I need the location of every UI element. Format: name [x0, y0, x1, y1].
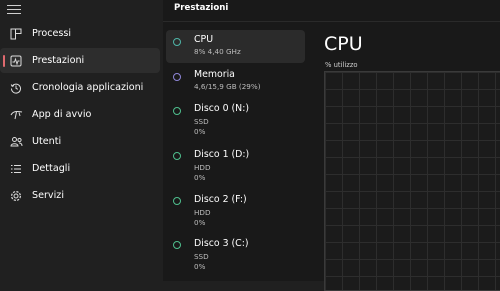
sidebar-item-label: Servizi [32, 190, 64, 201]
disk-status-dot-icon [173, 152, 181, 160]
sidebar-item-servizi[interactable]: Servizi [0, 183, 160, 208]
page-title: Prestazioni [174, 3, 229, 13]
sidebar: Processi Prestazioni Cronologia applicaz… [0, 0, 163, 281]
disk-status-dot-icon [173, 107, 181, 115]
sidebar-item-dettagli[interactable]: Dettagli [0, 156, 160, 181]
sidebar-item-app-avvio[interactable]: App di avvio [0, 102, 160, 127]
device-name: Disco 2 (F:) [194, 194, 247, 205]
sidebar-item-prestazioni[interactable]: Prestazioni [0, 48, 160, 73]
users-icon [9, 135, 23, 149]
history-icon [9, 81, 23, 95]
device-name: Disco 0 (N:) [194, 103, 250, 114]
device-type: SSD [194, 252, 209, 261]
device-item-cpu[interactable]: CPU 8% 4,40 GHz [166, 30, 305, 63]
startup-icon [9, 108, 23, 122]
device-name: Disco 3 (C:) [194, 238, 249, 249]
details-icon [9, 162, 23, 176]
sidebar-item-label: Utenti [32, 136, 62, 147]
memory-status-dot-icon [173, 73, 181, 81]
header-divider [163, 21, 500, 22]
device-item-memoria[interactable]: Memoria 4,6/15,9 GB (29%) [166, 66, 305, 99]
device-item-disco-2[interactable]: Disco 2 (F:) HDD 0% [166, 192, 305, 230]
sidebar-item-label: Dettagli [32, 163, 71, 174]
device-usage: 0% [194, 173, 206, 182]
cpu-utilization-graph [324, 71, 500, 291]
device-name: Disco 1 (D:) [194, 149, 250, 160]
disk-status-dot-icon [173, 197, 181, 205]
sidebar-item-label: Processi [32, 28, 72, 39]
device-type: HDD [194, 208, 211, 217]
sidebar-item-label: Cronologia applicazioni [32, 82, 144, 93]
device-name: Memoria [194, 69, 235, 80]
device-usage: 0% [194, 127, 206, 136]
performance-icon [9, 54, 23, 68]
device-item-disco-3[interactable]: Disco 3 (C:) SSD 0% [166, 236, 305, 274]
active-indicator [3, 55, 5, 67]
sidebar-item-label: Prestazioni [32, 55, 85, 66]
processes-icon [9, 27, 23, 41]
sidebar-item-label: App di avvio [32, 109, 92, 120]
detail-title: CPU [324, 33, 363, 55]
disk-status-dot-icon [173, 241, 181, 249]
device-usage: 0% [194, 262, 206, 271]
hamburger-menu-icon[interactable] [7, 2, 21, 14]
sidebar-item-processi[interactable]: Processi [0, 21, 160, 46]
device-type: SSD [194, 117, 209, 126]
device-item-disco-1[interactable]: Disco 1 (D:) HDD 0% [166, 147, 305, 185]
device-usage: 0% [194, 218, 206, 227]
utilization-label: % utilizzo [325, 61, 358, 69]
device-usage: 4,6/15,9 GB (29%) [194, 82, 261, 91]
device-item-disco-0[interactable]: Disco 0 (N:) SSD 0% [166, 102, 305, 140]
sidebar-item-utenti[interactable]: Utenti [0, 129, 160, 154]
cpu-status-dot-icon [173, 38, 181, 46]
device-name: CPU [194, 34, 214, 45]
sidebar-item-cronologia[interactable]: Cronologia applicazioni [0, 75, 160, 100]
device-type: HDD [194, 163, 211, 172]
device-usage: 8% 4,40 GHz [194, 47, 241, 56]
services-icon [9, 189, 23, 203]
